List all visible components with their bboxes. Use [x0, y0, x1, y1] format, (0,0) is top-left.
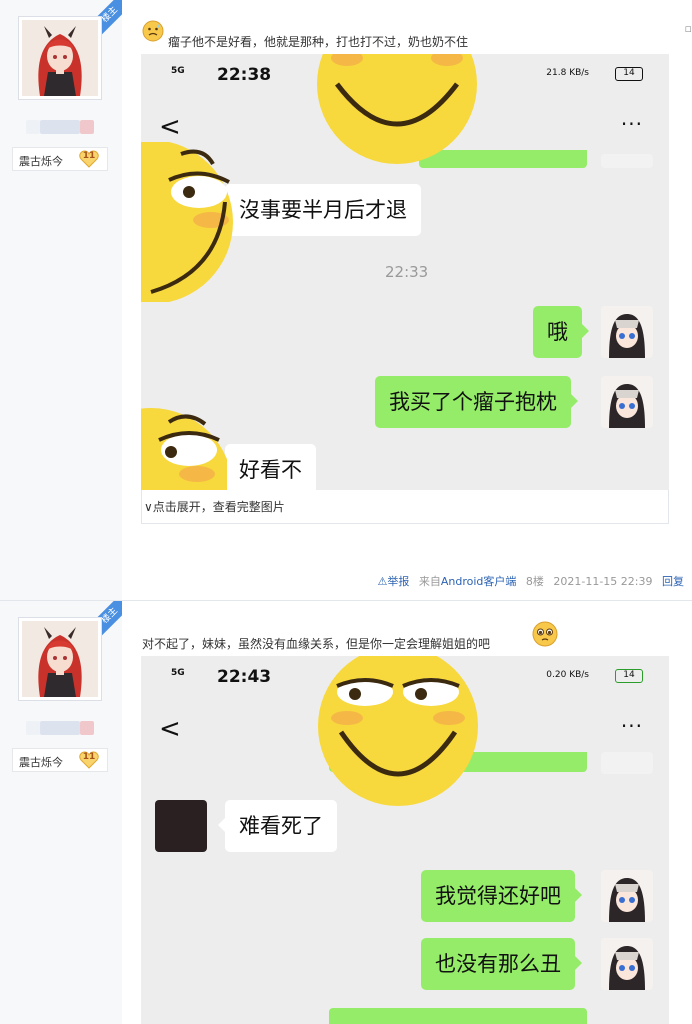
chat-screenshot-image[interactable]: 5G 22:38 21.8 KB/s 14 < ··· 沒事要半月后才退 22:… — [141, 54, 669, 490]
blurred-username — [26, 721, 96, 735]
level-name: 震古烁今 — [19, 756, 63, 769]
post-floor-8: 楼主 震古烁今 11 瘤子他不是好看，他就是那种，打也打不过，奶也奶不住 5G … — [0, 0, 692, 601]
post-footer: ⚠举报 来自Android客户端 8楼 2021-11-15 22:39 回复 — [377, 573, 684, 589]
status-time: 22:43 — [217, 667, 272, 687]
scroll-edge-icon[interactable]: ▫ — [685, 22, 692, 35]
chat-bubble-other: 沒事要半月后才退 — [218, 184, 421, 236]
chat-bubble-partial — [329, 1008, 587, 1024]
post-floor-9: 楼主 震古烁今 11 对不起了，妹妹，虽然没有血缘关系，但是你一定会理解姐姐的吧… — [0, 601, 692, 1024]
post-datetime: 2021-11-15 22:39 — [553, 575, 653, 588]
chat-bubble-self: 也没有那么丑 — [421, 938, 582, 990]
reply-button[interactable]: 回复 — [662, 575, 684, 588]
more-dots-icon: ··· — [620, 714, 643, 738]
blurred-username — [26, 120, 96, 134]
post-body-text: 对不起了，妹妹，虽然没有血缘关系，但是你一定会理解姐姐的吧 — [142, 637, 491, 651]
chat-screenshot-image[interactable]: 5G 22:43 0.20 KB/s 14 < ··· 难看死了 我觉得还好吧 … — [141, 656, 669, 1024]
avatar-image — [22, 20, 98, 96]
client-link[interactable]: Android客户端 — [441, 575, 517, 588]
chat-avatar-self-partial — [601, 154, 653, 168]
back-arrow-icon: < — [159, 714, 181, 744]
net-speed: 0.20 KB/s — [546, 670, 589, 680]
chat-avatar-other — [155, 800, 207, 852]
level-name: 震古烁今 — [19, 155, 63, 168]
net-speed: 21.8 KB/s — [546, 68, 589, 78]
smirk-emoji-sticker — [318, 656, 478, 806]
expand-image-button[interactable]: ∨点击展开，查看完整图片 — [141, 490, 669, 524]
author-avatar[interactable] — [18, 617, 102, 701]
chat-bubble-self: 我买了个瘤子抱枕 — [375, 376, 578, 428]
chevron-down-icon: ∨ — [144, 500, 153, 514]
smirk-emoji-sticker — [141, 142, 233, 302]
smile-emoji-sticker — [317, 54, 477, 164]
chat-avatar-self — [601, 306, 653, 358]
signal-label: 5G — [171, 668, 185, 678]
back-arrow-icon: < — [159, 112, 181, 142]
warning-icon: ⚠ — [377, 575, 388, 588]
chat-bubble-self: 我觉得还好吧 — [421, 870, 582, 922]
smirk-emoji-sticker-2 — [141, 408, 227, 490]
author-avatar[interactable] — [18, 16, 102, 100]
signal-label: 5G — [171, 66, 185, 76]
avatar-image — [22, 621, 98, 697]
expand-label: 点击展开，查看完整图片 — [152, 500, 285, 514]
more-dots-icon: ··· — [620, 112, 643, 136]
chat-bubble-other: 好看不 — [218, 444, 316, 490]
chat-avatar-self — [601, 376, 653, 428]
battery-icon: 14 — [615, 669, 643, 683]
report-link[interactable]: ⚠举报 — [377, 575, 409, 588]
level-number: 11 — [82, 151, 96, 161]
user-level-badge: 震古烁今 11 — [12, 748, 108, 772]
battery-icon: 14 — [615, 67, 643, 81]
chat-avatar-self — [601, 938, 653, 990]
author-sidebar: 楼主 震古烁今 11 — [0, 601, 122, 1024]
status-time: 22:38 — [217, 65, 272, 85]
chat-avatar-self-partial — [601, 752, 653, 774]
floor-number: 8楼 — [525, 575, 544, 588]
pleading-emoji-icon — [532, 621, 558, 647]
chat-timestamp: 22:33 — [385, 263, 429, 281]
post-body-text: 瘤子他不是好看，他就是那种，打也打不过，奶也奶不住 — [168, 35, 469, 49]
user-level-badge: 震古烁今 11 — [12, 147, 108, 171]
sweat-emoji-icon — [142, 20, 164, 42]
chat-bubble-self: 哦 — [533, 306, 589, 358]
author-sidebar: 楼主 震古烁今 11 — [0, 0, 122, 601]
forum-thread-page: 楼主 震古烁今 11 瘤子他不是好看，他就是那种，打也打不过，奶也奶不住 5G … — [0, 0, 692, 1024]
chat-avatar-self — [601, 870, 653, 922]
chat-bubble-other: 难看死了 — [218, 800, 337, 852]
level-number: 11 — [82, 752, 96, 762]
from-label: 来自 — [418, 575, 441, 588]
